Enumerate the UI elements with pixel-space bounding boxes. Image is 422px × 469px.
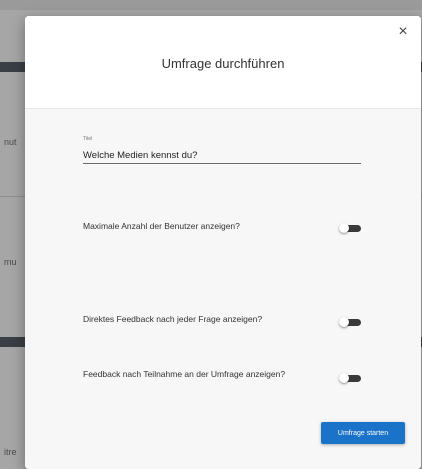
toggle-max-users[interactable] [339,223,361,233]
toggle-thumb [339,317,349,327]
background-text-fragment: nut [4,137,17,147]
title-input[interactable] [83,150,361,164]
toggle-thumb [339,223,349,233]
dialog-body: Titel Maximale Anzahl der Benutzer anzei… [25,109,421,469]
close-icon[interactable]: × [395,24,411,40]
toggle-final-feedback[interactable] [339,373,361,383]
title-field: Titel [83,136,361,164]
dialog-title: Umfrage durchführen [161,56,285,71]
background-text-fragment: mu [4,257,17,267]
toggle-label-max-users: Maximale Anzahl der Benutzer anzeigen? [83,221,240,231]
dialog-header: Umfrage durchführen × [25,16,421,109]
title-field-label: Titel [83,136,93,142]
toggle-label-direct-feedback: Direktes Feedback nach jeder Frage anzei… [83,314,263,324]
toggle-label-final-feedback: Feedback nach Teilnahme an der Umfrage a… [83,369,286,379]
start-survey-button[interactable]: Umfrage starten [321,422,405,444]
toggle-direct-feedback[interactable] [339,317,361,327]
survey-dialog: Umfrage durchführen × Titel Maximale Anz… [25,16,421,469]
toggle-thumb [339,373,349,383]
background-text-fragment: itre [4,447,17,457]
